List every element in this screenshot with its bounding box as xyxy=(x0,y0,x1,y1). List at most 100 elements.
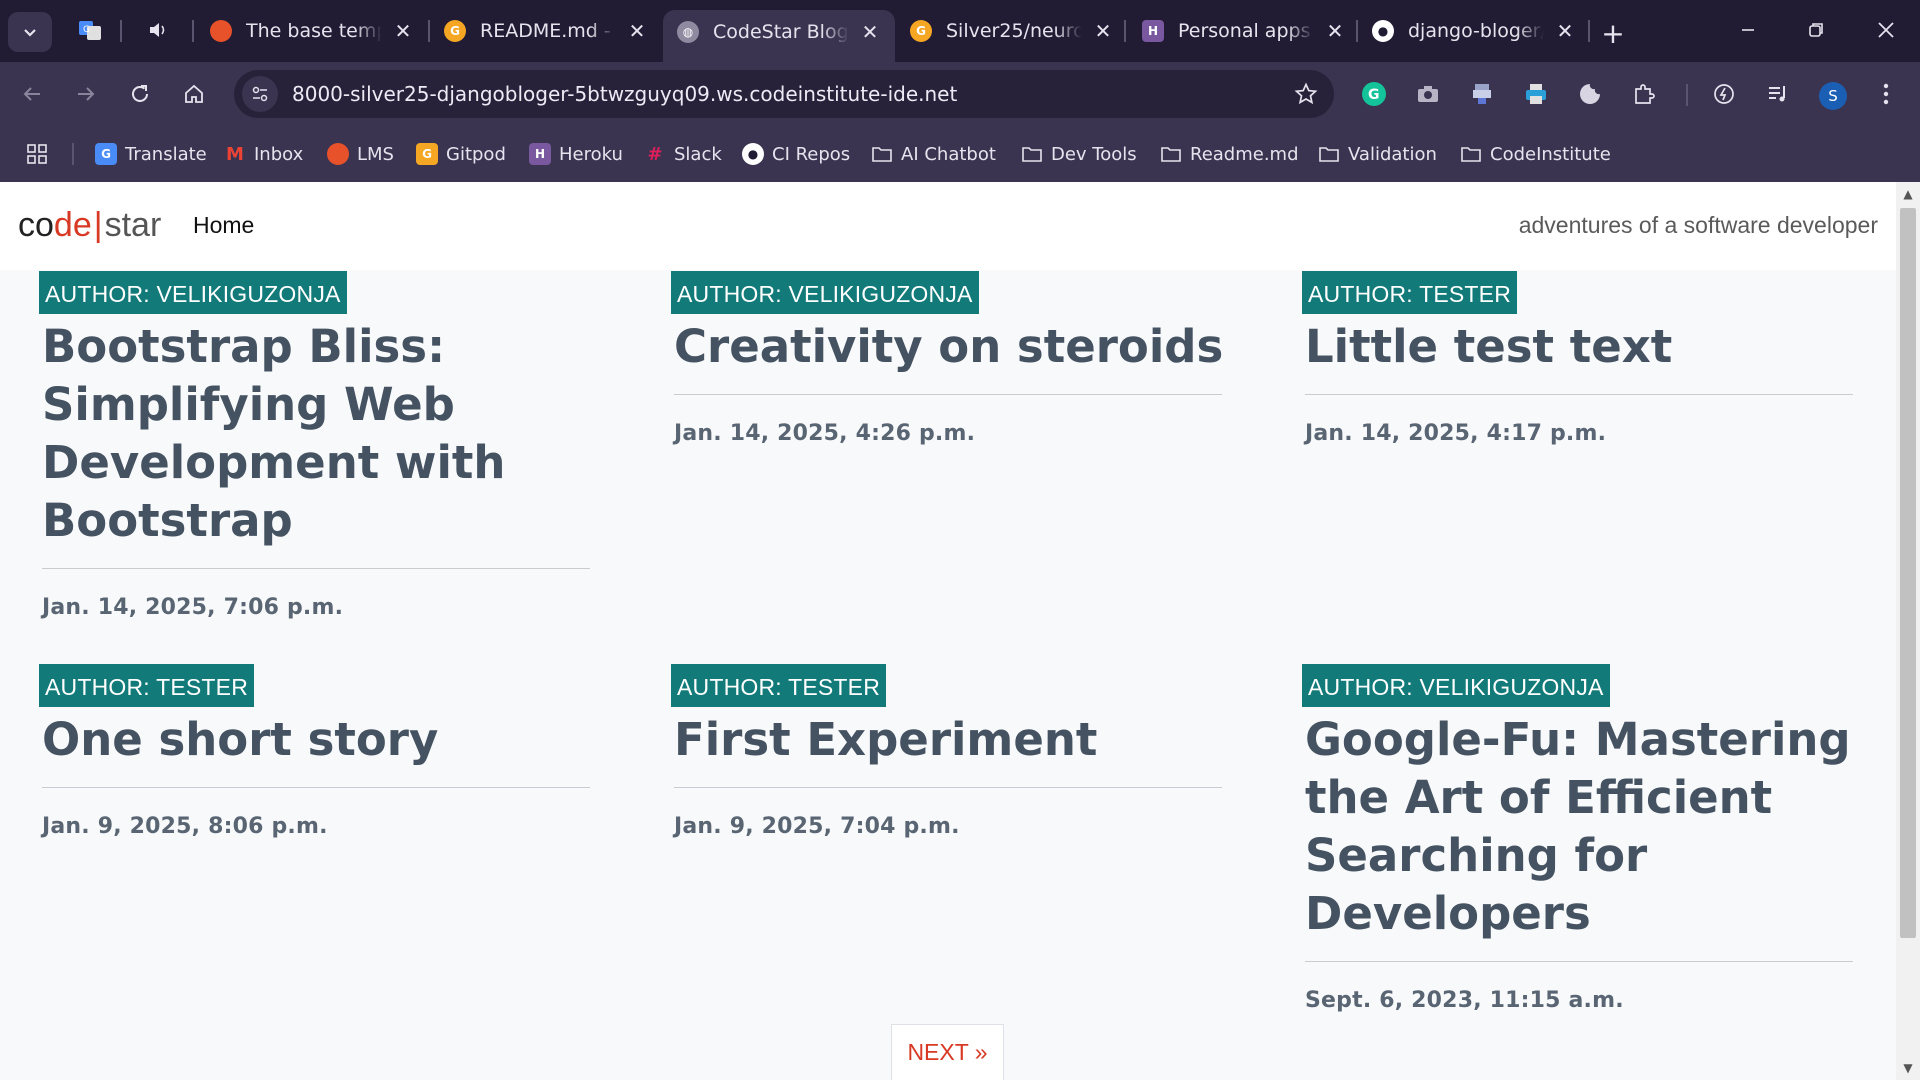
post-title-link[interactable]: One short story xyxy=(42,711,602,769)
tab-codestar-blog[interactable]: ◍ CodeStar Blog ✕ xyxy=(663,10,895,62)
apps-grid-icon xyxy=(27,144,47,164)
bookmark-slack[interactable]: # Slack xyxy=(644,140,722,168)
bookmark-folder-codeinstitute[interactable]: CodeInstitute xyxy=(1460,140,1611,168)
logo-text-star: star xyxy=(104,206,162,244)
camera-icon xyxy=(1418,86,1438,102)
author-badge: AUTHOR: VELIKIGUZONJA xyxy=(671,271,979,314)
star-icon[interactable] xyxy=(1294,82,1318,106)
music-queue-icon xyxy=(1769,86,1785,102)
heroku-icon: H xyxy=(529,143,551,165)
printer-extension[interactable] xyxy=(1522,80,1550,108)
scroll-down-arrow-icon[interactable]: ▼ xyxy=(1896,1058,1920,1078)
bookmark-label: CodeInstitute xyxy=(1490,143,1611,165)
post-title-link[interactable]: Google-Fu: Mastering the Art of Efficien… xyxy=(1305,711,1865,943)
github-icon: ● xyxy=(1372,20,1394,42)
close-icon[interactable]: ✕ xyxy=(390,18,416,44)
puzzle-icon xyxy=(1635,84,1655,104)
site-info-button[interactable] xyxy=(242,76,278,112)
site-logo[interactable]: code|star xyxy=(18,206,161,245)
post-title-link[interactable]: Creativity on steroids xyxy=(674,318,1234,376)
browser-menu-button[interactable] xyxy=(1872,80,1900,108)
home-icon xyxy=(185,84,203,103)
bookmark-label: Slack xyxy=(674,143,722,165)
url-text[interactable]: 8000-silver25-djangobloger-5btwzguyq09.w… xyxy=(292,82,957,106)
bookmark-lms[interactable]: LMS xyxy=(327,140,394,168)
reload-icon xyxy=(132,85,148,102)
page-scrollbar[interactable]: ▲ ▼ xyxy=(1896,182,1920,1080)
extensions-button[interactable] xyxy=(1630,80,1658,108)
tab-base-template[interactable]: The base template ✕ xyxy=(196,10,428,52)
screenshot-extension[interactable] xyxy=(1414,80,1442,108)
bookmark-label: Translate xyxy=(125,143,207,165)
tab-title: README.md - django-bloger xyxy=(480,20,616,42)
grammarly-icon: G xyxy=(1362,82,1386,106)
new-tab-button[interactable]: + xyxy=(1596,16,1630,50)
bookmark-inbox[interactable]: M Inbox xyxy=(224,140,303,168)
close-icon[interactable]: ✕ xyxy=(1090,18,1116,44)
tab-github-django-bloger[interactable]: ● django-bloger/README ✕ xyxy=(1358,10,1590,52)
profile-avatar[interactable]: S xyxy=(1819,82,1847,110)
bookmark-folder-readme[interactable]: Readme.md xyxy=(1160,140,1299,168)
minimize-button[interactable] xyxy=(1723,10,1773,50)
tab-silver25-neurogrow[interactable]: G Silver25/neurogrow ✕ xyxy=(896,10,1128,52)
pen-extension[interactable] xyxy=(1468,80,1496,108)
bookmark-label: Validation xyxy=(1348,143,1437,165)
grammarly-extension[interactable]: G xyxy=(1360,80,1388,108)
performance-button[interactable] xyxy=(1710,80,1738,108)
pen-icon xyxy=(1473,84,1491,104)
post-divider xyxy=(674,787,1222,788)
scrollbar-thumb[interactable] xyxy=(1900,208,1916,938)
reload-button[interactable] xyxy=(122,76,158,112)
post-title-link[interactable]: Little test text xyxy=(1305,318,1865,376)
address-bar[interactable]: 8000-silver25-djangobloger-5btwzguyq09.w… xyxy=(234,70,1334,118)
bookmark-heroku[interactable]: H Heroku xyxy=(529,140,623,168)
translate-tab-icon[interactable]: G xyxy=(78,18,102,42)
tab-search-button[interactable] xyxy=(8,12,52,52)
cookie-extension[interactable] xyxy=(1576,80,1604,108)
post-divider xyxy=(1305,394,1853,395)
bookmark-folder-dev-tools[interactable]: Dev Tools xyxy=(1021,140,1137,168)
close-icon[interactable]: ✕ xyxy=(1322,18,1348,44)
post-date: Jan. 14, 2025, 7:06 p.m. xyxy=(42,595,344,620)
close-icon[interactable]: ✕ xyxy=(624,18,650,44)
logo-text-co: co xyxy=(18,206,54,244)
home-button[interactable] xyxy=(176,76,212,112)
next-page-button[interactable]: NEXT » xyxy=(891,1024,1004,1080)
author-badge: AUTHOR: VELIKIGUZONJA xyxy=(1302,664,1610,707)
post-divider xyxy=(42,568,590,569)
restore-button[interactable] xyxy=(1791,10,1841,50)
nav-home-link[interactable]: Home xyxy=(193,212,254,239)
bookmark-ci-repos[interactable]: ● CI Repos xyxy=(742,140,850,168)
logo-text-de: de xyxy=(53,206,92,244)
tab-title: django-bloger/README xyxy=(1408,20,1544,42)
close-window-button[interactable] xyxy=(1861,10,1911,50)
tab-heroku-personal-apps[interactable]: H Personal apps | Heroku ✕ xyxy=(1128,10,1360,52)
media-controls-button[interactable] xyxy=(1764,80,1792,108)
post-date: Sept. 6, 2023, 11:15 a.m. xyxy=(1305,988,1624,1013)
speed-icon xyxy=(1714,84,1734,104)
bookmark-folder-ai-chatbot[interactable]: AI Chatbot xyxy=(871,140,996,168)
bookmark-label: Heroku xyxy=(559,143,623,165)
speaker-icon[interactable] xyxy=(146,18,170,42)
gitpod-icon: G xyxy=(444,20,466,42)
bookmark-folder-validation[interactable]: Validation xyxy=(1318,140,1437,168)
bookmark-gitpod[interactable]: G Gitpod xyxy=(416,140,506,168)
post-date: Jan. 9, 2025, 7:04 p.m. xyxy=(674,814,960,839)
bookmark-label: Dev Tools xyxy=(1051,143,1137,165)
close-icon[interactable]: ✕ xyxy=(857,19,883,45)
post-title-link[interactable]: Bootstrap Bliss: Simplifying Web Develop… xyxy=(42,318,602,550)
bookmark-translate[interactable]: G Translate xyxy=(95,140,207,168)
translate-icon: G xyxy=(95,143,117,165)
scroll-up-arrow-icon[interactable]: ▲ xyxy=(1896,184,1920,204)
folder-icon xyxy=(1461,147,1481,162)
apps-button[interactable] xyxy=(26,140,48,168)
tab-readme[interactable]: G README.md - django-bloger ✕ xyxy=(430,10,662,52)
forward-button[interactable] xyxy=(68,76,104,112)
svg-text:G: G xyxy=(1368,87,1380,103)
gitpod-icon: G xyxy=(416,143,438,165)
tab-separator xyxy=(1588,20,1590,42)
close-icon[interactable]: ✕ xyxy=(1552,18,1578,44)
back-button[interactable] xyxy=(14,76,50,112)
post-title-link[interactable]: First Experiment xyxy=(674,711,1234,769)
toolbar-separator xyxy=(1686,84,1688,106)
